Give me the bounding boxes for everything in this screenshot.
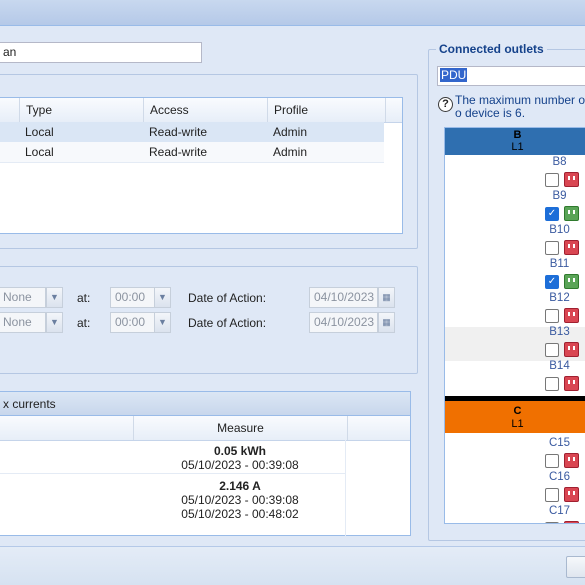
measures-panel-title: x currents: [0, 391, 411, 416]
grid-col-profile[interactable]: Profile: [267, 98, 385, 122]
measure-timestamp: 05/10/2023 - 00:39:08: [181, 493, 299, 507]
chevron-down-icon[interactable]: ▼: [154, 287, 171, 308]
grid-header: Type Access Profile: [0, 98, 402, 123]
outlet-label: B13: [549, 326, 570, 338]
outlet-checkbox[interactable]: [545, 343, 559, 357]
time-select[interactable]: 00:00: [110, 312, 155, 333]
measures-col-extra: [347, 416, 412, 440]
outlet-label: B11: [549, 258, 570, 270]
outlet-socket-icon: [564, 240, 579, 255]
outlet-socket-icon: [564, 521, 579, 523]
outlet-label: B10: [549, 224, 570, 236]
outlet-label: B8: [552, 156, 567, 168]
outlet-checkbox[interactable]: [545, 488, 559, 502]
pdu-input[interactable]: PDU: [437, 66, 585, 86]
outlet-label: B14: [549, 360, 570, 372]
measures-header: Measure: [0, 416, 410, 441]
outlet-checkbox[interactable]: [545, 241, 559, 255]
outlet-label: B12: [549, 292, 570, 304]
users-grid: Type Access Profile Local Read-write Adm…: [0, 97, 403, 234]
cell-access: Read-write: [149, 145, 208, 159]
measure-timestamp: 05/10/2023 - 00:48:02: [181, 507, 299, 521]
cell-profile: Admin: [273, 125, 308, 139]
help-icon: ?: [438, 97, 453, 112]
date-of-action-label: Date of Action:: [188, 316, 267, 330]
outlet-socket-icon: [564, 342, 579, 357]
outlet-group-header: B L1: [445, 128, 585, 155]
outlet-socket-icon: [564, 487, 579, 502]
outlet-socket-icon: [564, 308, 579, 323]
group-line: L1: [511, 141, 524, 153]
grid-col-blank[interactable]: [0, 98, 19, 122]
calendar-icon[interactable]: ▦: [378, 287, 395, 308]
outlet-checkbox[interactable]: [545, 454, 559, 468]
measure-row: 0.05 kWh 05/10/2023 - 00:39:08: [135, 444, 345, 472]
outlet-socket-icon: [564, 453, 579, 468]
name-input[interactable]: an: [0, 42, 202, 63]
pdu-value: PDU: [440, 68, 468, 82]
grid-col-type[interactable]: Type: [19, 98, 143, 122]
help-text: The maximum number of o device is 6.: [455, 93, 585, 120]
cell-profile: Admin: [273, 145, 308, 159]
chevron-down-icon[interactable]: ▼: [46, 312, 63, 333]
outlet-checkbox[interactable]: ✓: [545, 207, 559, 221]
date-field[interactable]: 04/10/2023: [309, 312, 378, 333]
chevron-down-icon[interactable]: ▼: [46, 287, 63, 308]
measure-value: 0.05 kWh: [213, 444, 267, 458]
bottom-toolbar: [0, 546, 585, 585]
cell-type: Local: [25, 125, 54, 139]
grid-col-access[interactable]: Access: [143, 98, 267, 122]
measures-col-measure[interactable]: Measure: [133, 416, 347, 440]
outlet-checkbox[interactable]: [545, 173, 559, 187]
date-of-action-label: Date of Action:: [188, 291, 267, 305]
outlet-checkbox[interactable]: [545, 522, 559, 523]
action-select[interactable]: None: [0, 287, 46, 308]
action-select[interactable]: None: [0, 312, 46, 333]
outlet-label: C16: [548, 471, 571, 483]
outlet-checkbox[interactable]: [545, 309, 559, 323]
outlet-socket-icon: [564, 376, 579, 391]
outlet-list: B L1 B8 B9 ✓ B10 B11 ✓ B12 B13 B14 C L1 …: [444, 127, 585, 524]
window-titlebar: [0, 0, 585, 26]
calendar-icon[interactable]: ▦: [378, 312, 395, 333]
date-field[interactable]: 04/10/2023: [309, 287, 378, 308]
measures-grid: Measure 0.05 kWh 05/10/2023 - 00:39:08 2…: [0, 416, 411, 536]
cell-type: Local: [25, 145, 54, 159]
measures-col-blank[interactable]: [0, 416, 133, 440]
outlet-group-header: C L1: [445, 401, 585, 433]
group-name: B: [513, 129, 522, 141]
measure-value: 2.146 A: [219, 479, 261, 493]
outlet-label: B9: [552, 190, 567, 202]
outlet-checkbox[interactable]: ✓: [545, 275, 559, 289]
table-row[interactable]: Local Read-write Admin: [0, 122, 384, 142]
group-name: C: [513, 405, 522, 417]
measure-timestamp: 05/10/2023 - 00:39:08: [181, 458, 299, 472]
measure-row: 2.146 A 05/10/2023 - 00:39:08 05/10/2023…: [135, 479, 345, 521]
outlet-label: C17: [548, 505, 571, 517]
time-select[interactable]: 00:00: [110, 287, 155, 308]
outlets-legend: Connected outlets: [436, 42, 547, 56]
group-line: L1: [511, 418, 524, 430]
table-row[interactable]: Local Read-write Admin: [0, 142, 384, 163]
outlet-label: C15: [548, 437, 571, 449]
outlet-socket-icon: [564, 206, 579, 221]
cell-access: Read-write: [149, 125, 208, 139]
outlet-socket-icon: [564, 274, 579, 289]
dialog-button[interactable]: [566, 556, 585, 578]
at-label: at:: [77, 316, 91, 330]
at-label: at:: [77, 291, 91, 305]
chevron-down-icon[interactable]: ▼: [154, 312, 171, 333]
grid-col-extra: [385, 98, 402, 122]
outlet-checkbox[interactable]: [545, 377, 559, 391]
outlet-socket-icon: [564, 172, 579, 187]
